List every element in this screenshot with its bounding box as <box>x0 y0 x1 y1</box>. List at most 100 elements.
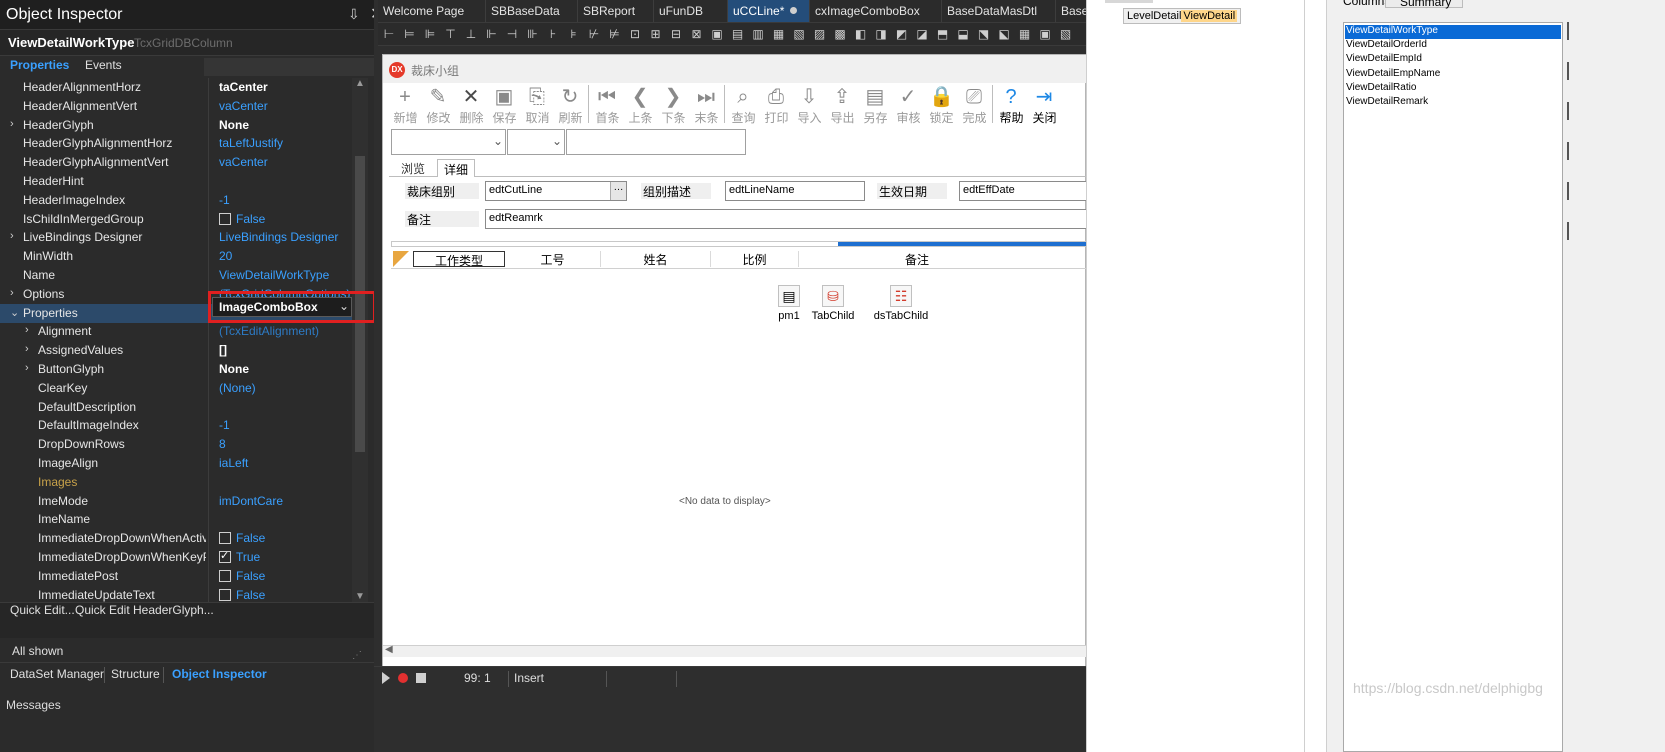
expand-icon[interactable]: › <box>25 324 29 336</box>
align-tool-icon[interactable]: ⊧ <box>567 27 581 41</box>
property-row[interactable]: ImeName <box>0 510 360 530</box>
property-value[interactable]: False <box>219 569 354 583</box>
property-value[interactable]: -1 <box>219 418 354 432</box>
property-row[interactable]: ImeMode imDontCare <box>0 491 360 511</box>
property-row[interactable]: MinWidth 20 <box>0 247 360 267</box>
property-row[interactable]: DefaultDescription <box>0 397 360 417</box>
tab-structure[interactable]: Structure <box>111 667 160 681</box>
nonvisual-tabchild[interactable]: ⛁ TabChild <box>803 285 863 322</box>
tab-browse[interactable]: 浏览 <box>395 159 431 177</box>
toolbar-button-export[interactable]: ⇪ 导出 <box>826 83 859 125</box>
property-value[interactable]: False <box>219 212 354 226</box>
align-tool-icon[interactable]: ▤ <box>731 27 745 41</box>
property-value[interactable]: taLeftJustify <box>219 136 354 150</box>
checkbox[interactable] <box>219 588 231 601</box>
toolbar-button-first[interactable]: ⏮ 首条 <box>591 83 624 125</box>
tab-object-inspector[interactable]: Object Inspector <box>172 667 267 681</box>
property-row[interactable]: IsChildInMergedGroup False <box>0 209 360 229</box>
property-value[interactable]: vaCenter <box>219 99 354 113</box>
toolbar-button-refresh[interactable]: ↻ 刷新 <box>554 83 587 125</box>
nonvisual-dstabchild[interactable]: ☷ dsTabChild <box>871 285 931 322</box>
grid-corner-icon[interactable] <box>393 251 409 267</box>
expand-icon[interactable]: › <box>25 362 29 374</box>
quick-edit-link[interactable]: Quick Edit... <box>10 603 75 617</box>
play-icon[interactable] <box>382 672 390 684</box>
align-tool-icon[interactable]: ⊦ <box>546 27 560 41</box>
align-tool-icon[interactable]: ◨ <box>874 27 888 41</box>
align-tool-icon[interactable]: ⊤ <box>444 27 458 41</box>
align-tool-icon[interactable]: ⊣ <box>505 27 519 41</box>
line-name-field[interactable]: edtLineName <box>725 181 865 201</box>
grid-column-emp-id[interactable]: 工号 <box>505 251 601 267</box>
property-row[interactable]: ImmediatePost False <box>0 566 360 586</box>
editor-tab[interactable]: Welcome Page <box>378 0 486 22</box>
align-tool-icon[interactable]: ⊪ <box>526 27 540 41</box>
align-tool-icon[interactable]: ▧ <box>1059 27 1073 41</box>
property-row[interactable]: ImmediateDropDownWhenKeyPre True <box>0 548 360 567</box>
editor-tab[interactable]: cxImageComboBox <box>810 0 942 22</box>
align-tool-icon[interactable]: ⬒ <box>936 27 950 41</box>
tab-columns[interactable]: Columns <box>1343 0 1390 8</box>
tab-summary[interactable]: Summary <box>1385 0 1463 9</box>
checkbox[interactable] <box>219 550 231 563</box>
align-tool-icon[interactable]: ⊥ <box>464 27 478 41</box>
toolbar-button-search[interactable]: ⌕ 查询 <box>727 83 760 125</box>
property-value[interactable]: False <box>219 531 354 545</box>
tab-detail[interactable]: 详细 <box>437 159 476 177</box>
property-row[interactable]: Name ViewDetailWorkType <box>0 266 360 285</box>
side-button[interactable] <box>1567 22 1569 40</box>
scroll-down-icon[interactable]: ▼ <box>355 591 365 602</box>
side-button[interactable] <box>1567 222 1569 240</box>
align-tool-icon[interactable]: ⊢ <box>382 27 396 41</box>
property-row[interactable]: › ButtonGlyph None <box>0 360 360 379</box>
toolbar-button-save-as[interactable]: ▤ 另存 <box>859 83 892 125</box>
property-row[interactable]: ImmediateDropDownWhenActivat False <box>0 529 360 549</box>
editor-tab[interactable]: SBBaseData <box>486 0 578 22</box>
align-tool-icon[interactable]: ⊫ <box>423 27 437 41</box>
align-tool-icon[interactable]: ⊬ <box>587 27 601 41</box>
stop-icon[interactable] <box>416 673 426 683</box>
editor-tab[interactable]: uCCLine* <box>728 0 810 22</box>
grid-column-ratio[interactable]: 比例 <box>711 251 799 267</box>
form-hscrollbar[interactable]: ◀ <box>383 644 1087 657</box>
grid-column-emp-name[interactable]: 姓名 <box>601 251 711 267</box>
toolbar-button-last[interactable]: ⏭ 末条 <box>690 83 723 125</box>
grid-column-work-type[interactable]: 工作类型 <box>413 251 505 268</box>
scroll-left-icon[interactable]: ◀ <box>385 644 393 655</box>
tab-dataset-manager[interactable]: DataSet Manager <box>10 667 104 681</box>
toolbar-button-help[interactable]: ? 帮助 <box>995 83 1028 125</box>
property-row[interactable]: HeaderAlignmentHorz taCenter <box>0 78 360 97</box>
toolbar-button-prev[interactable]: ❮ 上条 <box>624 83 657 125</box>
align-tool-icon[interactable]: ⊡ <box>628 27 642 41</box>
editor-tab[interactable]: Base <box>1056 0 1086 22</box>
checkbox[interactable] <box>219 532 231 545</box>
expand-icon[interactable]: › <box>10 230 14 242</box>
editor-tab[interactable]: SBReport <box>578 0 654 22</box>
property-grid-scrollbar[interactable]: ▲ ▼ <box>352 78 368 602</box>
property-row[interactable]: HeaderGlyphAlignmentHorz taLeftJustify <box>0 134 360 154</box>
property-row[interactable]: ImmediateUpdateText False <box>0 585 360 602</box>
column-list-item[interactable]: ViewDetailEmpName <box>1345 68 1561 82</box>
column-list-item[interactable]: ViewDetailRatio <box>1345 82 1561 96</box>
property-row[interactable]: ImageAlign iaLeft <box>0 454 360 473</box>
property-row[interactable]: HeaderAlignmentVert vaCenter <box>0 96 360 116</box>
align-tool-icon[interactable]: ⊩ <box>485 27 499 41</box>
toolbar-button-next[interactable]: ❯ 下条 <box>657 83 690 125</box>
tab-properties[interactable]: Properties <box>10 58 69 72</box>
columns-list[interactable]: ViewDetailWorkType ViewDetailOrderId ViewD… <box>1343 22 1563 752</box>
align-tool-icon[interactable]: ◧ <box>854 27 868 41</box>
align-tool-icon[interactable]: ▥ <box>751 27 765 41</box>
property-row[interactable]: Images <box>0 472 360 492</box>
side-button[interactable] <box>1567 182 1569 200</box>
scroll-up-icon[interactable]: ▲ <box>355 78 365 89</box>
editor-tab[interactable]: BaseDataMasDtl <box>942 0 1056 22</box>
align-tool-icon[interactable]: ⊟ <box>669 27 683 41</box>
toolbar-button-plus[interactable]: + 新增 <box>389 83 422 125</box>
property-value[interactable]: False <box>219 588 354 602</box>
property-value[interactable]: taCenter <box>219 80 354 94</box>
grid-column-remark[interactable]: 备注 <box>799 251 1035 267</box>
align-tool-icon[interactable]: ⊭ <box>608 27 622 41</box>
toolbar-button-approve[interactable]: ✓ 审核 <box>892 83 925 125</box>
property-value[interactable]: vaCenter <box>219 155 354 169</box>
property-value[interactable]: ViewDetailWorkType <box>219 268 354 282</box>
